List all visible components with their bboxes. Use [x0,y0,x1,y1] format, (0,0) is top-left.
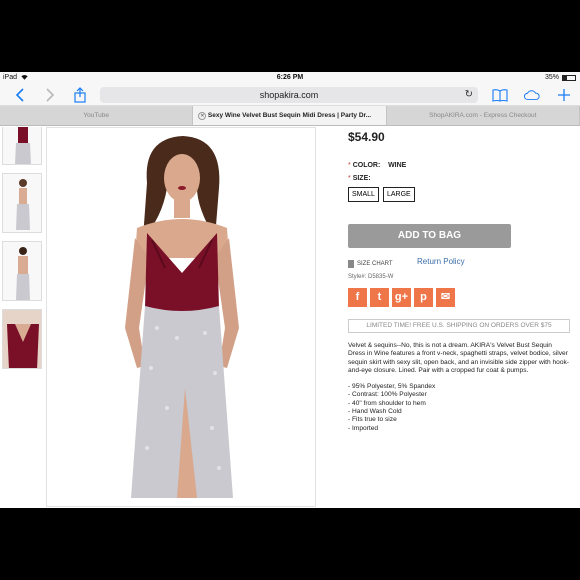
thumbnail[interactable] [2,309,42,369]
tab-label: YouTube [83,112,109,119]
return-policy-link[interactable]: Return Policy [417,257,465,266]
product-specs: - 95% Polyester, 5% Spandex - Contrast: … [348,383,570,433]
ruler-icon [348,260,354,268]
address-bar[interactable]: shopakira.com ↻ [100,87,478,103]
add-to-bag-button[interactable]: ADD TO BAG [348,224,511,248]
thumbnail-list [2,127,42,377]
required-marker: * [348,175,351,182]
size-large-button[interactable]: LARGE [382,187,415,202]
facebook-icon[interactable]: f [348,288,367,307]
size-selector: SMALL LARGE [348,187,570,202]
product-image[interactable] [46,127,316,507]
tab-bar: YouTube ✕ Sexy Wine Velvet Bust Sequin M… [0,106,580,126]
shipping-promo: LIMITED TIME! FREE U.S. SHIPPING ON ORDE… [348,319,570,333]
style-number: Style#: D5835-W [348,274,394,280]
browser-screen: iPad 6:26 PM 35% shopakira.com ↻ YouTube… [0,72,580,508]
browser-toolbar: shopakira.com ↻ [0,84,580,106]
battery-percent: 35% [544,74,559,81]
required-marker: * [348,162,351,169]
cloud-icon[interactable] [524,87,540,103]
spec-item: - 40" from shoulder to hem [348,399,426,407]
product-page: $54.90 * COLOR: WINE * SIZE: SMALL LARGE… [0,127,580,508]
thumbnail[interactable] [2,127,42,165]
clock: 6:26 PM [276,74,304,81]
address-text: shopakira.com [259,90,319,100]
spec-item: - Contrast: 100% Polyester [348,391,427,399]
color-value: WINE [388,162,407,169]
spec-item: - 95% Polyester, 5% Spandex [348,383,436,391]
thumbnail[interactable] [2,173,42,233]
product-info: $54.90 * COLOR: WINE * SIZE: SMALL LARGE… [348,127,570,433]
forward-icon[interactable] [42,87,58,103]
size-chart-label: SIZE CHART [357,261,393,267]
thumbnail[interactable] [2,241,42,301]
pinterest-icon[interactable]: p [414,288,433,307]
back-icon[interactable] [12,87,28,103]
product-price: $54.90 [348,130,385,144]
share-icon[interactable] [72,87,88,103]
reload-icon[interactable]: ↻ [465,87,473,103]
color-option: * COLOR: WINE [348,162,570,169]
battery-indicator: 35% [545,74,576,81]
battery-icon [562,74,576,81]
tab-checkout[interactable]: ShopAKIRA.com - Express Checkout [387,106,580,125]
spec-item: - Imported [348,424,379,432]
status-bar: iPad 6:26 PM 35% [0,72,580,84]
size-chart-link[interactable]: SIZE CHART [348,260,393,268]
twitter-icon[interactable]: t [370,288,389,307]
new-tab-icon[interactable] [556,87,572,103]
info-links: SIZE CHART Return Policy [348,257,570,271]
tab-youtube[interactable]: YouTube [0,106,194,125]
social-share: f t g+ p ✉ [348,288,570,307]
google-plus-icon[interactable]: g+ [392,288,411,307]
tab-product[interactable]: ✕ Sexy Wine Velvet Bust Sequin Midi Dres… [193,106,387,125]
size-small-button[interactable]: SMALL [348,187,379,202]
size-option: * SIZE: [348,175,570,182]
size-label: SIZE: [352,175,371,182]
spec-item: - Hand Wash Cold [348,408,402,416]
email-icon[interactable]: ✉ [436,288,455,307]
tab-label: ShopAKIRA.com - Express Checkout [429,112,537,119]
close-tab-icon[interactable]: ✕ [198,112,207,120]
product-description: Velvet & sequins--No, this is not a drea… [348,342,570,374]
tab-label: Sexy Wine Velvet Bust Sequin Midi Dress … [207,112,372,119]
bookmarks-icon[interactable] [492,87,508,103]
color-label: COLOR: [352,162,381,169]
spec-item: - Fits true to size [348,416,397,424]
